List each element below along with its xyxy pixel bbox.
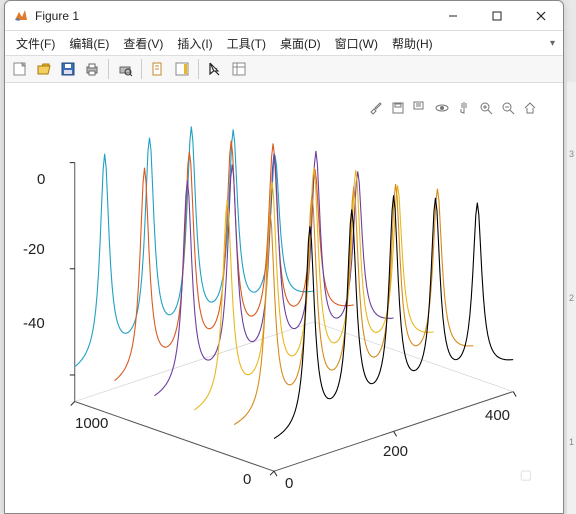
figure-window: Figure 1 文件(F) 编辑(E) 查看(V) 插入(I) 工具(T) 桌…	[4, 0, 564, 514]
print-preview-button[interactable]	[114, 58, 136, 80]
menu-window[interactable]: 窗口(W)	[328, 33, 385, 54]
z-tick-20: -20	[23, 241, 45, 258]
toolbar-separator	[108, 59, 109, 79]
close-button[interactable]	[519, 1, 563, 31]
x-tick-0: 0	[285, 475, 293, 492]
new-figure-button[interactable]	[9, 58, 31, 80]
side-strip: 3 2 1	[566, 82, 576, 514]
matlab-logo-icon	[13, 8, 29, 24]
print-button[interactable]	[81, 58, 103, 80]
link-plot-button[interactable]	[228, 58, 250, 80]
maximize-button[interactable]	[475, 1, 519, 31]
menu-bar: 文件(F) 编辑(E) 查看(V) 插入(I) 工具(T) 桌面(D) 窗口(W…	[5, 31, 563, 55]
menu-tools[interactable]: 工具(T)	[220, 33, 273, 54]
menu-desktop[interactable]: 桌面(D)	[273, 33, 328, 54]
watermark: ▢	[520, 467, 533, 483]
side-mark: 2	[569, 285, 574, 311]
window-title: Figure 1	[35, 9, 431, 23]
save-button[interactable]	[57, 58, 79, 80]
menu-insert[interactable]: 插入(I)	[170, 33, 219, 54]
minimize-button[interactable]	[431, 1, 475, 31]
x-tick-200: 200	[383, 443, 408, 460]
z-tick-40: -40	[23, 315, 45, 332]
menu-file[interactable]: 文件(F)	[9, 33, 62, 54]
menu-view[interactable]: 查看(V)	[116, 33, 170, 54]
edit-plot-button[interactable]	[204, 58, 226, 80]
title-bar[interactable]: Figure 1	[5, 1, 563, 31]
side-mark: 3	[569, 141, 574, 167]
toolbar-separator	[141, 59, 142, 79]
z-tick-0: 0	[37, 171, 45, 188]
toolbar-separator	[198, 59, 199, 79]
open-button[interactable]	[33, 58, 55, 80]
side-mark: 1	[569, 429, 574, 455]
menu-help[interactable]: 帮助(H)	[385, 33, 440, 54]
x-tick-400: 400	[485, 407, 510, 424]
toolbar-dropdown-icon[interactable]: ▾	[550, 38, 555, 49]
series-trace1	[274, 195, 513, 438]
menu-edit[interactable]: 编辑(E)	[62, 33, 116, 54]
axes-3d-plot[interactable]	[5, 83, 563, 513]
axes-area[interactable]: 0 -20 -40 1000 0 0 200 400 ▢	[5, 83, 563, 513]
figure-toolbar	[5, 55, 563, 83]
y-tick-1000: 1000	[75, 415, 108, 432]
data-cursor-button[interactable]	[147, 58, 169, 80]
y-tick-0: 0	[243, 471, 251, 488]
colorbar-button[interactable]	[171, 58, 193, 80]
